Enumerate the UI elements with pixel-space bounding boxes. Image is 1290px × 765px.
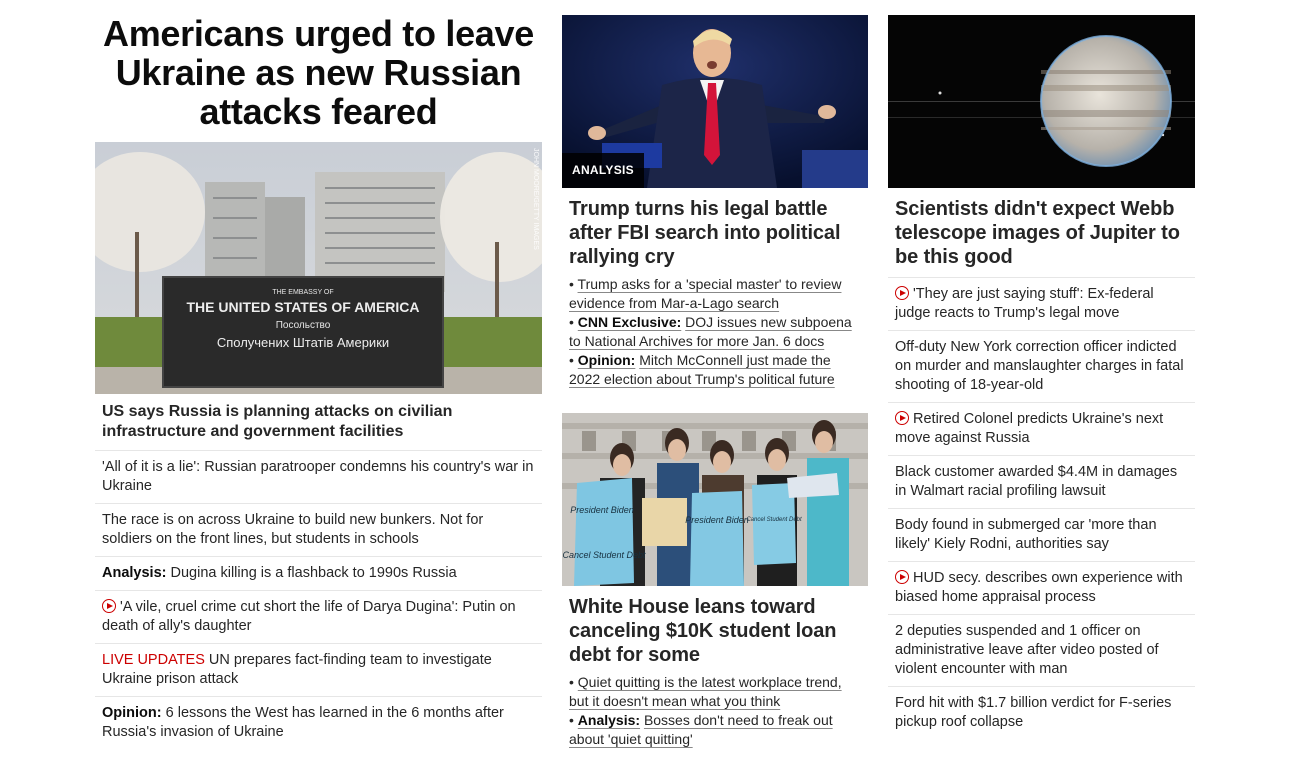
student-debt-title[interactable]: White House leans toward canceling $10K … — [562, 586, 868, 667]
list-item[interactable]: Off-duty New York correction officer ind… — [888, 330, 1195, 402]
list-item[interactable]: Ford hit with $1.7 billion verdict for F… — [888, 686, 1195, 739]
list-item[interactable]: Analysis: Dugina killing is a flashback … — [95, 556, 542, 590]
trump-image[interactable]: ANALYSIS — [562, 15, 868, 188]
bullet-label: Opinion: — [577, 352, 636, 368]
analysis-badge: ANALYSIS — [562, 153, 644, 188]
video-play-icon — [102, 599, 116, 613]
video-play-icon — [895, 286, 909, 300]
item-text: HUD secy. describes own experience with … — [895, 570, 1183, 605]
list-item[interactable]: 'They are just saying stuff': Ex-federal… — [888, 277, 1195, 330]
bullet-label: Analysis: — [577, 712, 641, 728]
embassy-photo: THE EMBASSY OF THE UNITED STATES OF AMER… — [95, 142, 542, 394]
col1-list: 'All of it is a lie': Russian paratroope… — [95, 450, 542, 749]
list-item[interactable]: 2 deputies suspended and 1 officer on ad… — [888, 614, 1195, 686]
bullet-item[interactable]: • Trump asks for a 'special master' to r… — [569, 275, 861, 313]
middle-column: ANALYSIS Trump turns his legal battle af… — [562, 0, 868, 749]
student-debt-photo: President Biden Cancel Student Debt Pres… — [562, 413, 868, 586]
list-item[interactable]: Black customer awarded $4.4M in damages … — [888, 455, 1195, 508]
list-item[interactable]: 'A vile, cruel crime cut short the life … — [95, 590, 542, 643]
trump-bullets: • Trump asks for a 'special master' to r… — [562, 269, 868, 389]
item-text: Retired Colonel predicts Ukraine's next … — [895, 411, 1164, 446]
item-text: The race is on across Ukraine to build n… — [102, 512, 484, 547]
sign-text: Cancel Student Debt — [746, 517, 802, 523]
bullet-text: Trump asks for a 'special master' to rev… — [569, 276, 842, 311]
sign-line-1: THE EMBASSY OF — [272, 289, 333, 296]
item-text: Off-duty New York correction officer ind… — [895, 339, 1184, 393]
bullet-text: Quiet quitting is the latest workplace t… — [569, 674, 842, 709]
lead-link[interactable]: US says Russia is planning attacks on ci… — [95, 394, 542, 450]
main-headline[interactable]: Americans urged to leave Ukraine as new … — [95, 14, 542, 141]
photo-credit: JOHN MOORE/GETTY IMAGES — [532, 148, 539, 250]
video-play-icon — [895, 570, 909, 584]
bullet-item[interactable]: • CNN Exclusive: DOJ issues new subpoena… — [569, 313, 861, 351]
item-text: 'They are just saying stuff': Ex-federal… — [895, 286, 1154, 321]
bullet-item[interactable]: • Analysis: Bosses don't need to freak o… — [569, 711, 861, 749]
list-item[interactable]: LIVE UPDATES UN prepares fact-finding te… — [95, 643, 542, 696]
video-play-icon — [895, 411, 909, 425]
col3-list: 'They are just saying stuff': Ex-federal… — [888, 277, 1195, 739]
item-text: 6 lessons the West has learned in the 6 … — [102, 705, 504, 740]
sign-text: Cancel Student Debt — [562, 550, 646, 560]
student-debt-bullets: • Quiet quitting is the latest workplace… — [562, 667, 868, 749]
list-item[interactable]: The race is on across Ukraine to build n… — [95, 503, 542, 556]
sign-line-3: Посольство — [276, 320, 331, 331]
item-text: 'A vile, cruel crime cut short the life … — [102, 599, 516, 634]
top-story-column: Americans urged to leave Ukraine as new … — [95, 0, 542, 749]
item-label: Opinion: — [102, 705, 162, 721]
item-text: Ford hit with $1.7 billion verdict for F… — [895, 695, 1172, 730]
jupiter-image[interactable] — [888, 15, 1195, 188]
right-column: Scientists didn't expect Webb telescope … — [888, 0, 1195, 739]
sign-line-4: Сполучених Штатів Америки — [217, 335, 389, 350]
bullet-item[interactable]: • Opinion: Mitch McConnell just made the… — [569, 351, 861, 389]
student-debt-image[interactable]: President Biden Cancel Student Debt Pres… — [562, 413, 868, 586]
sign-text: President Biden — [570, 505, 634, 515]
list-item[interactable]: Body found in submerged car 'more than l… — [888, 508, 1195, 561]
item-label: Analysis: — [102, 565, 167, 581]
item-text: 2 deputies suspended and 1 officer on ad… — [895, 623, 1159, 677]
list-item[interactable]: Opinion: 6 lessons the West has learned … — [95, 696, 542, 749]
list-item[interactable]: HUD secy. describes own experience with … — [888, 561, 1195, 614]
bullet-item[interactable]: • Quiet quitting is the latest workplace… — [569, 673, 861, 711]
item-text: Black customer awarded $4.4M in damages … — [895, 464, 1178, 499]
list-item[interactable]: Retired Colonel predicts Ukraine's next … — [888, 402, 1195, 455]
item-text: 'All of it is a lie': Russian paratroope… — [102, 459, 534, 494]
item-text: Dugina killing is a flashback to 1990s R… — [170, 565, 457, 581]
item-text: Body found in submerged car 'more than l… — [895, 517, 1157, 552]
sign-line-2: THE UNITED STATES OF AMERICA — [186, 299, 419, 315]
bullet-label: CNN Exclusive: — [577, 314, 682, 330]
trump-story-title[interactable]: Trump turns his legal battle after FBI s… — [562, 188, 868, 269]
live-updates-label: LIVE UPDATES — [102, 652, 205, 668]
embassy-image[interactable]: THE EMBASSY OF THE UNITED STATES OF AMER… — [95, 142, 542, 394]
list-item[interactable]: 'All of it is a lie': Russian paratroope… — [95, 450, 542, 503]
jupiter-photo — [888, 15, 1195, 188]
jupiter-title[interactable]: Scientists didn't expect Webb telescope … — [888, 188, 1195, 277]
sign-text: President Biden — [685, 515, 749, 525]
